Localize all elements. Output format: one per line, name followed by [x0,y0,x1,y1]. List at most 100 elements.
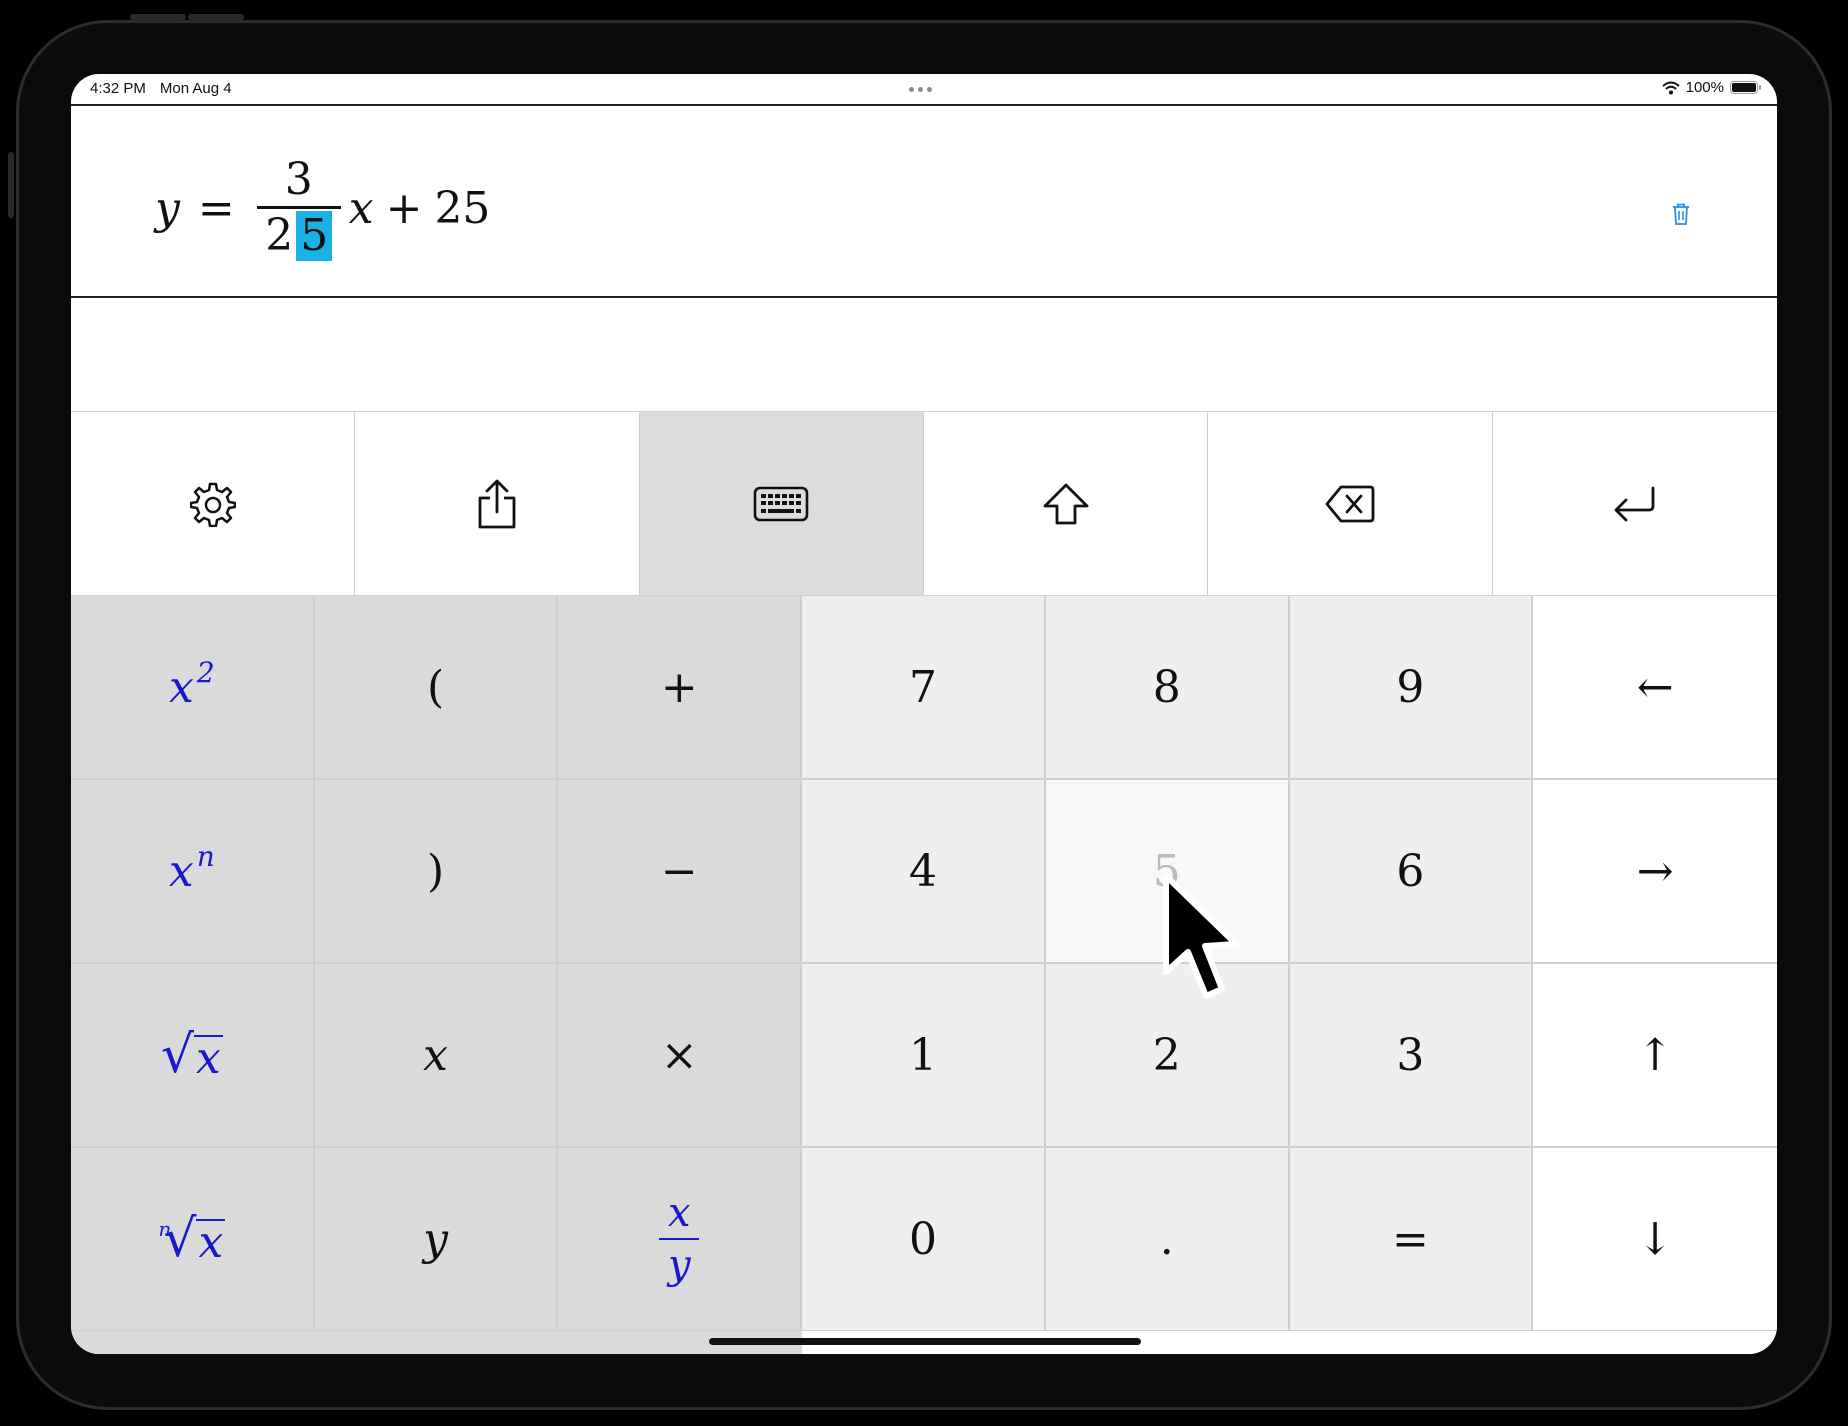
fraction-bar [659,1237,700,1241]
key-label: 5 [1152,845,1181,897]
key-exponent: 2 [196,655,215,689]
key-label: + [660,661,698,713]
backspace-button[interactable] [1208,412,1493,596]
gear-icon [189,482,236,527]
status-bar: 4:32 PM Mon Aug 4 100% [71,74,1777,104]
digit-7-key[interactable]: 7 [802,596,1046,780]
equation-field[interactable]: y = 3 2 5 x + 25 [71,106,1777,296]
screen: 4:32 PM Mon Aug 4 100% y = 3 2 5 x + 25 … [71,74,1777,1354]
x-squared-key[interactable]: x2 [71,596,315,780]
key-label: ( [426,661,445,713]
top-button-1 [130,14,186,20]
digit-2-key[interactable]: 2 [1045,964,1290,1148]
digit-9-key[interactable]: 9 [1289,596,1534,780]
shift-button[interactable] [924,412,1209,596]
wifi-icon [1661,81,1680,94]
selected-digit: 5 [296,211,333,261]
eq-var-x: x [348,183,374,234]
plus-key[interactable]: + [558,596,803,780]
key-label: 1 [908,1029,937,1081]
key-label: − [660,845,698,897]
status-time: 4:32 PM [90,80,146,97]
key-label: × [660,1029,698,1081]
key-label: ) [426,845,445,897]
top-button-2 [188,14,244,20]
fraction-denominator: y [667,1242,691,1289]
key-label: 8 [1152,661,1181,713]
digit-3-key[interactable]: 3 [1289,964,1534,1148]
status-date: Mon Aug 4 [159,80,232,97]
battery-icon [1730,81,1761,94]
key-label: y [423,1213,448,1265]
key-label: 7 [908,661,937,713]
close-paren-key[interactable]: ) [314,780,559,964]
delete-icon [1325,485,1375,523]
equation[interactable]: y = 3 2 5 x + 25 [155,156,490,261]
sqrt-key[interactable]: √ x [71,964,315,1148]
eq-numerator: 3 [284,154,313,205]
minus-key[interactable]: − [558,780,803,964]
digit-0-key[interactable]: 0 [802,1148,1046,1332]
arrow-up-key[interactable]: ↑ [1533,964,1777,1148]
key-label: x [423,1029,448,1081]
key-base: x [196,1217,226,1268]
eq-denominator[interactable]: 2 5 [265,210,333,261]
digit-1-key[interactable]: 1 [802,964,1046,1148]
key-label: 2 [1152,1029,1181,1081]
fraction-numerator: x [668,1189,691,1236]
key-label: 0 [908,1213,937,1265]
home-indicator[interactable] [709,1338,1141,1345]
key-label: 9 [1396,661,1425,713]
arrow-right-key[interactable]: → [1533,780,1777,964]
key-base: x [169,661,194,713]
key-base: x [194,1033,223,1084]
denominator-digit: 2 [265,210,294,261]
side-button [8,152,14,218]
eq-constant: 25 [434,183,491,234]
key-label: 3 [1396,1029,1425,1081]
root-index: n [158,1217,172,1241]
key-label: 4 [908,845,937,897]
battery-percent: 100% [1685,79,1724,96]
divider [71,296,1777,298]
key-label: . [1159,1213,1174,1265]
times-key[interactable]: × [558,964,803,1148]
keyboard-toggle-button[interactable] [639,412,924,596]
share-icon [478,479,516,529]
arrow-down-key[interactable]: ↓ [1533,1148,1777,1332]
eq-equals: = [197,183,235,234]
arrow-down-icon: ↓ [1636,1213,1674,1265]
arrow-up-icon: ↑ [1636,1029,1674,1081]
digit-8-key[interactable]: 8 [1045,596,1290,780]
keyboard-icon [754,486,809,522]
settings-button[interactable] [71,412,356,596]
radical-icon: √ [160,1025,194,1085]
equals-key[interactable]: = [1289,1148,1534,1332]
math-keypad: x2 ( + 7 8 9 ← xn ) − 4 5 6 → √ x x × 1 2… [71,595,1777,1332]
multitasking-dots[interactable] [909,87,932,92]
eq-plus: + [385,183,423,234]
eq-var-y: y [155,183,180,234]
digit-6-key[interactable]: 6 [1289,780,1534,964]
decimal-key[interactable]: . [1045,1148,1290,1332]
open-paren-key[interactable]: ( [314,596,559,780]
fraction-bar [256,206,341,209]
keyboard-toolbar [71,411,1777,596]
return-button[interactable] [1492,412,1777,596]
shift-icon [1043,483,1089,525]
arrow-left-key[interactable]: ← [1533,596,1777,780]
fraction-key[interactable]: x y [558,1148,803,1332]
share-button[interactable] [355,412,640,596]
var-x-key[interactable]: x [314,964,559,1148]
trash-icon[interactable] [1671,202,1691,226]
key-exponent: n [196,839,215,873]
return-icon [1614,486,1655,522]
x-power-n-key[interactable]: xn [71,780,315,964]
eq-fraction[interactable]: 3 2 5 [256,154,341,261]
nth-root-key[interactable]: n √ x [71,1148,315,1332]
digit-5-key[interactable]: 5 [1045,780,1290,964]
arrow-right-icon: → [1636,845,1674,897]
digit-4-key[interactable]: 4 [802,780,1046,964]
key-label: 6 [1396,845,1425,897]
var-y-key[interactable]: y [314,1148,559,1332]
